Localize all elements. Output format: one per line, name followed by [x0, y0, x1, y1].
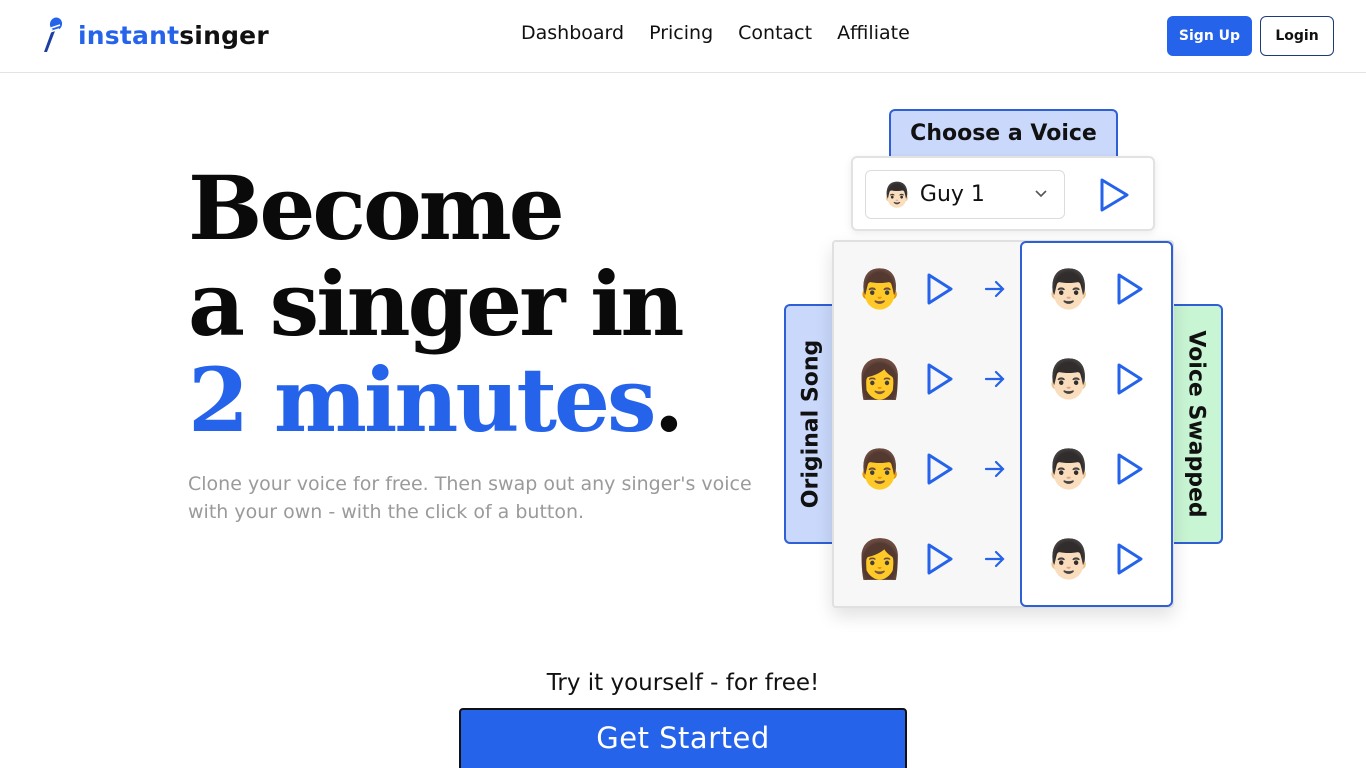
sign-up-button[interactable]: Sign Up	[1167, 16, 1252, 56]
original-play-icon[interactable]	[925, 451, 955, 487]
swapped-singer-emoji: 👨🏻	[1045, 537, 1093, 581]
hero-section: Become a singer in 2 minutes. Clone your…	[188, 160, 788, 526]
swapped-play-icon[interactable]	[1115, 271, 1145, 307]
cta-prompt: Try it yourself - for free!	[546, 670, 820, 696]
logo[interactable]: instantsinger	[38, 16, 269, 54]
top-navbar: instantsinger Dashboard Pricing Contact …	[0, 0, 1366, 73]
hero-subtitle: Clone your voice for free. Then swap out…	[188, 473, 752, 523]
login-button[interactable]: Login	[1260, 16, 1334, 56]
original-singer-emoji: 👩	[856, 537, 904, 581]
swapped-play-icon[interactable]	[1115, 541, 1145, 577]
nav-link-contact[interactable]: Contact	[738, 22, 812, 44]
original-play-icon[interactable]	[925, 271, 955, 307]
original-song-tab: Original Song	[784, 304, 836, 544]
arrow-right-icon	[984, 370, 1005, 388]
play-icon[interactable]	[1097, 176, 1131, 214]
microphone-logo-icon	[44, 17, 63, 52]
swapped-singer-emoji: 👨🏻	[1045, 267, 1093, 311]
chevron-down-icon	[1035, 190, 1047, 198]
nav-link-pricing[interactable]: Pricing	[649, 22, 713, 44]
original-song-label: Original Song	[798, 339, 824, 509]
original-singer-emoji: 👩	[856, 357, 904, 401]
headline-line-2: a singer in	[188, 252, 685, 356]
hero-headline: Become a singer in 2 minutes.	[188, 160, 788, 448]
voice-swapped-tab: Voice Swapped	[1170, 304, 1223, 544]
headline-line-1: Become	[188, 156, 565, 260]
swapped-column	[1020, 241, 1173, 607]
voice-picker-card: 👨🏻 Guy 1	[851, 156, 1155, 231]
voice-swapped-label: Voice Swapped	[1183, 330, 1208, 518]
headline-period: .	[653, 348, 685, 452]
voice-name: Guy 1	[919, 182, 985, 207]
original-play-icon[interactable]	[925, 541, 955, 577]
original-singer-emoji: 👨	[856, 447, 904, 491]
headline-highlight: 2 minutes	[188, 348, 657, 452]
get-started-button[interactable]: Get Started	[459, 708, 907, 768]
swapped-singer-emoji: 👨🏻	[1045, 447, 1093, 491]
swapped-singer-emoji: 👨🏻	[1045, 357, 1093, 401]
brand-name: instantsinger	[78, 20, 269, 50]
swapped-play-icon[interactable]	[1115, 361, 1145, 397]
original-singer-emoji: 👨	[856, 267, 904, 311]
nav-link-affiliate[interactable]: Affiliate	[837, 22, 910, 44]
voice-select[interactable]: 👨🏻 Guy 1	[865, 170, 1065, 219]
swapped-play-icon[interactable]	[1115, 451, 1145, 487]
arrow-right-icon	[984, 460, 1005, 478]
voice-avatar-emoji: 👨🏻	[882, 180, 912, 209]
nav-link-dashboard[interactable]: Dashboard	[521, 22, 624, 44]
original-play-icon[interactable]	[925, 361, 955, 397]
arrow-right-icon	[984, 550, 1005, 568]
arrow-right-icon	[984, 280, 1005, 298]
choose-voice-tab: Choose a Voice	[889, 109, 1118, 161]
nav-links: Dashboard Pricing Contact Affiliate	[521, 22, 935, 44]
